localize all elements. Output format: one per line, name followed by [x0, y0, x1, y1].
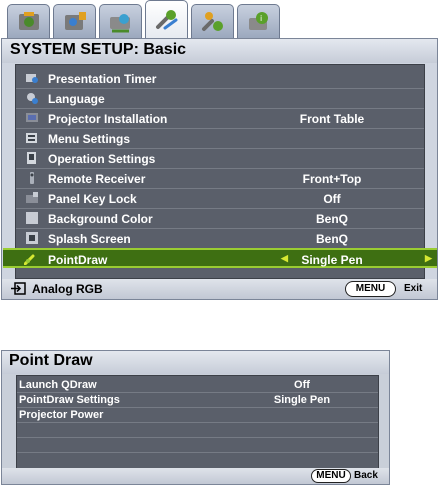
menu-item-background-color[interactable]: Background Color BenQ: [16, 209, 424, 229]
picture-icon: [18, 12, 39, 30]
menu-footer: Analog RGB MENU Exit: [2, 279, 437, 299]
language-icon: [27, 93, 38, 104]
menu-item-value: Front Table: [299, 112, 365, 126]
tab-system-setup-advanced[interactable]: [191, 4, 234, 39]
submenu-item-projector-power[interactable]: Projector Power: [17, 408, 378, 423]
menu-item-label: Background Color: [48, 212, 153, 226]
system-setup-basic-icon: [155, 10, 177, 30]
exit-label: Exit: [404, 283, 423, 294]
point-draw-submenu: Point Draw Launch QDraw Off PointDraw Se…: [1, 350, 390, 485]
arrow-left-icon[interactable]: ◀: [281, 253, 288, 264]
menu-item-label: Splash Screen: [48, 232, 131, 246]
tab-display[interactable]: [99, 4, 142, 39]
menu-title: SYSTEM SETUP: Basic: [10, 41, 187, 58]
menu-item-language[interactable]: Language: [16, 89, 424, 109]
tab-information[interactable]: i: [237, 4, 280, 39]
menu-item-label: Operation Settings: [48, 152, 156, 166]
menu-item-pointdraw[interactable]: PointDraw ◀ Single Pen ▶: [3, 248, 437, 268]
menu-item-projector-installation[interactable]: Projector Installation Front Table: [16, 109, 424, 129]
submenu-title: Point Draw: [9, 352, 93, 369]
submenu-footer: MENU Back: [2, 468, 389, 484]
menu-item-splash-screen[interactable]: Splash Screen BenQ: [16, 229, 424, 249]
submenu-item-value: Off: [294, 379, 310, 391]
menu-item-label: Menu Settings: [48, 132, 131, 146]
submenu-empty-row: [17, 453, 378, 468]
operation-settings-icon: [27, 152, 36, 164]
menu-item-remote-receiver[interactable]: Remote Receiver Front+Top: [16, 169, 424, 189]
menu-key[interactable]: MENU: [311, 469, 351, 483]
tab-system-setup-basic[interactable]: [145, 0, 188, 39]
menu-item-label: Language: [48, 92, 105, 106]
menu-tabs: i: [3, 0, 440, 39]
menu-list: Presentation Timer Language Projector In…: [3, 64, 437, 279]
tab-picture[interactable]: [7, 4, 50, 39]
submenu-item-launch-qdraw[interactable]: Launch QDraw Off: [17, 378, 378, 393]
menu-item-value: Off: [323, 192, 341, 206]
display-icon: [109, 14, 130, 33]
menu-header: SYSTEM SETUP: Basic: [2, 39, 437, 63]
menu-item-operation-settings[interactable]: Operation Settings: [16, 149, 424, 169]
menu-settings-icon: [26, 133, 37, 143]
menu-item-panel-key-lock[interactable]: Panel Key Lock Off: [16, 189, 424, 209]
submenu-item-value: Single Pen: [273, 394, 331, 406]
system-setup-basic-menu: SYSTEM SETUP: Basic Presentation Timer L…: [1, 38, 438, 300]
submenu-empty-row: [17, 438, 378, 453]
submenu-header: Point Draw: [2, 351, 389, 374]
system-setup-advanced-icon: [201, 12, 223, 31]
menu-item-presentation-timer[interactable]: Presentation Timer: [16, 69, 424, 89]
advanced-picture-icon: [64, 12, 86, 30]
panel-key-lock-icon: [26, 192, 38, 203]
menu-item-menu-settings[interactable]: Menu Settings: [16, 129, 424, 149]
menu-item-value: Single Pen: [301, 253, 363, 267]
pointdraw-icon: [24, 254, 35, 265]
menu-item-label: Projector Installation: [48, 112, 168, 126]
input-source-label: Analog RGB: [32, 282, 103, 296]
input-source-icon: [11, 282, 26, 295]
menu-key[interactable]: MENU: [345, 281, 396, 297]
menu-item-label: Panel Key Lock: [48, 192, 137, 206]
submenu-item-label: Launch QDraw: [19, 379, 97, 391]
menu-item-label: Presentation Timer: [48, 72, 157, 86]
menu-item-label: PointDraw: [48, 253, 108, 267]
menu-item-label: Remote Receiver: [48, 172, 146, 186]
splash-screen-icon: [26, 232, 38, 244]
tab-advanced-picture[interactable]: [53, 4, 96, 39]
menu-item-value: BenQ: [315, 212, 348, 226]
background-color-icon: [26, 212, 38, 224]
projector-installation-icon: [26, 113, 38, 122]
submenu-list: Launch QDraw Off PointDraw Settings Sing…: [16, 375, 379, 469]
timer-icon: [26, 74, 38, 83]
submenu-item-pointdraw-settings[interactable]: PointDraw Settings Single Pen: [17, 393, 378, 408]
submenu-item-label: Projector Power: [19, 409, 104, 421]
submenu-empty-row: [17, 423, 378, 438]
remote-receiver-icon: [30, 172, 34, 184]
back-label: Back: [354, 470, 378, 481]
submenu-item-label: PointDraw Settings: [19, 394, 120, 406]
arrow-right-icon[interactable]: ▶: [425, 253, 432, 264]
menu-item-value: Front+Top: [302, 172, 362, 186]
svg-text:i: i: [260, 14, 262, 23]
information-icon: i: [248, 12, 268, 30]
menu-item-value: BenQ: [315, 232, 348, 246]
